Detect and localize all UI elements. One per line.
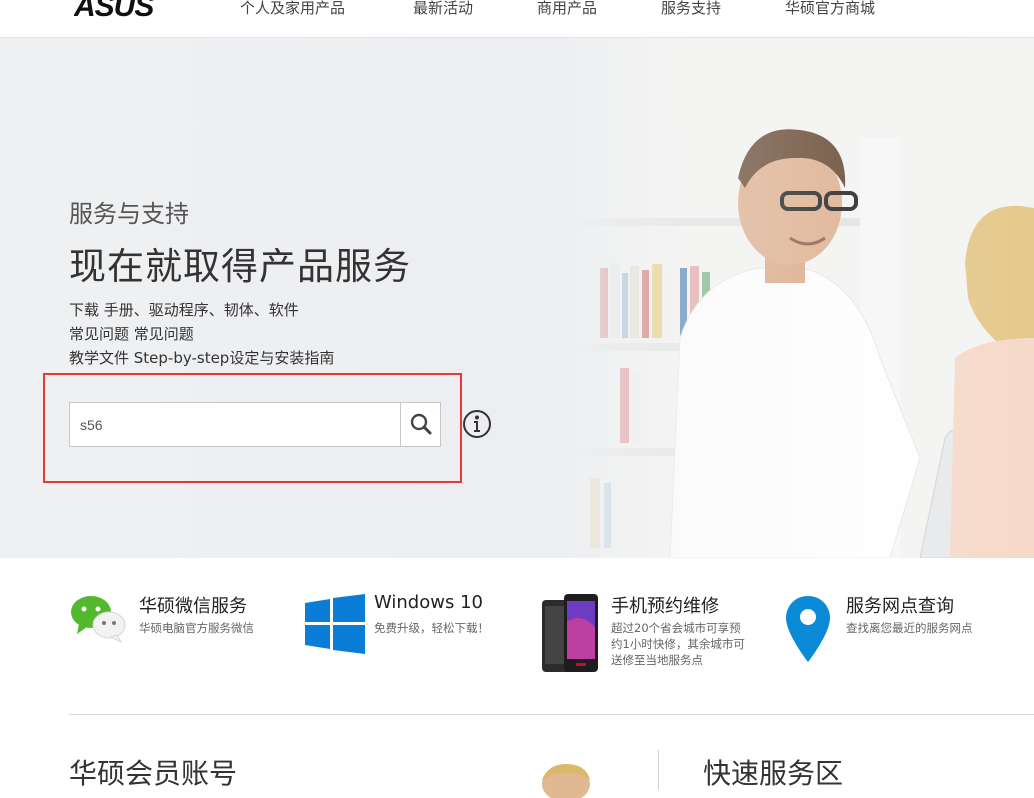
nav-official-store[interactable]: 华硕官方商城 xyxy=(785,0,875,18)
hero-banner: 服务与支持 现在就取得产品服务 下载 手册、驱动程序、韧体、软件 常见问题 常见… xyxy=(0,38,1034,558)
hero-headline: 现在就取得产品服务 xyxy=(69,245,411,288)
section-divider xyxy=(69,714,1034,715)
service-phone-repair[interactable]: 手机预约维修 超过20个省会城市可享预 约1小时快修，其余城市可 送修至当地服务… xyxy=(540,592,770,682)
map-pin-icon xyxy=(786,596,830,662)
service-title: 手机预约维修 xyxy=(611,596,719,617)
search-icon xyxy=(410,413,432,435)
support-search-input[interactable] xyxy=(70,403,401,446)
top-navigation-bar: ASUS 个人及家用产品 最新活动 商用产品 服务支持 华硕官方商城 xyxy=(0,0,1034,38)
hero-kicker: 服务与支持 xyxy=(69,200,189,228)
service-desc-line: 送修至当地服务点 xyxy=(611,653,703,667)
phone-icon xyxy=(542,594,598,672)
service-locator[interactable]: 服务网点查询 查找离您最近的服务网点 xyxy=(786,592,1034,682)
quick-service-title: 快速服务区 xyxy=(703,757,844,790)
service-title: Windows 10 xyxy=(374,592,483,613)
main-nav: 个人及家用产品 最新活动 商用产品 服务支持 华硕官方商城 xyxy=(0,0,1034,21)
hero-photo xyxy=(560,38,1034,558)
service-desc-line: 约1小时快修，其余城市可 xyxy=(611,637,745,651)
service-wechat[interactable]: 华硕微信服务 华硕电脑官方服务微信 xyxy=(69,592,279,682)
windows-logo-icon xyxy=(305,594,365,654)
hero-feature-line: 常见问题 常见问题 xyxy=(69,325,194,343)
support-search-box xyxy=(69,402,441,447)
service-desc-line: 超过20个省会城市可享预 xyxy=(611,621,741,635)
nav-personal-products[interactable]: 个人及家用产品 xyxy=(240,0,345,18)
service-desc: 查找离您最近的服务网点 xyxy=(846,621,973,635)
service-title: 服务网点查询 xyxy=(846,596,954,617)
nav-service-support[interactable]: 服务支持 xyxy=(661,0,721,18)
hero-feature-line: 教学文件 Step-by-step设定与安装指南 xyxy=(69,349,335,367)
avatar-image xyxy=(542,764,590,798)
search-button[interactable] xyxy=(400,403,440,446)
service-desc: 华硕电脑官方服务微信 xyxy=(139,621,254,635)
wechat-icon xyxy=(71,596,126,644)
hero-feature-line: 下载 手册、驱动程序、韧体、软件 xyxy=(69,301,299,319)
nav-latest-events[interactable]: 最新活动 xyxy=(413,0,473,18)
info-icon[interactable] xyxy=(462,409,492,439)
nav-business-products[interactable]: 商用产品 xyxy=(537,0,597,18)
member-account-title: 华硕会员账号 xyxy=(69,757,238,790)
column-separator xyxy=(658,750,659,790)
service-desc: 免费升级，轻松下载！ xyxy=(374,621,489,635)
service-windows10[interactable]: Windows 10 免费升级，轻松下载！ xyxy=(305,592,515,682)
hero-feature-list: 下载 手册、驱动程序、韧体、软件 常见问题 常见问题 教学文件 Step-by-… xyxy=(69,298,334,370)
service-title: 华硕微信服务 xyxy=(139,596,247,617)
